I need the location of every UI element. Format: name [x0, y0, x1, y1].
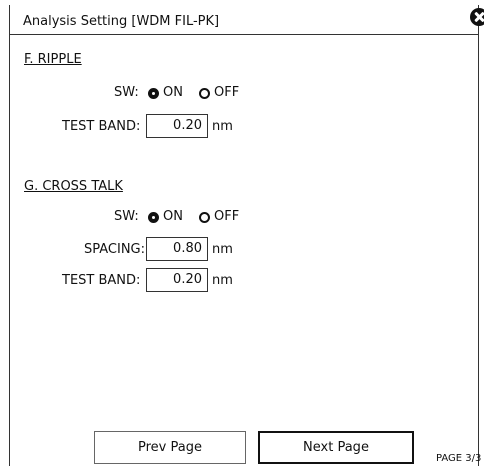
cross-talk-sw-on-label: ON [163, 209, 183, 224]
page-indicator: PAGE 3/3 [436, 453, 482, 464]
ripple-sw-on-label: ON [163, 85, 183, 100]
cross-talk-spacing-unit: nm [212, 242, 233, 257]
cross-talk-test-band-unit: nm [212, 273, 233, 288]
ripple-test-band-label: TEST BAND: [62, 119, 141, 134]
analysis-setting-screen: Analysis Setting [WDM FIL-PK] F. RIPPLE … [0, 0, 484, 466]
cross-talk-test-band-label: TEST BAND: [62, 273, 141, 288]
radio-unchecked-icon [199, 211, 210, 223]
radio-unchecked-icon [199, 87, 210, 99]
ripple-sw-label: SW: [114, 85, 139, 100]
cross-talk-spacing-label: SPACING: [84, 242, 146, 257]
dialog-title-bar: Analysis Setting [WDM FIL-PK] [9, 5, 479, 35]
next-page-button[interactable]: Next Page [258, 431, 414, 464]
dialog-title: Analysis Setting [WDM FIL-PK] [23, 14, 220, 29]
ripple-sw-off[interactable]: OFF [199, 84, 239, 102]
radio-checked-icon [148, 87, 159, 99]
cross-talk-spacing-input[interactable]: 0.80 [146, 237, 208, 261]
section-title-cross-talk: G. CROSS TALK [24, 179, 123, 194]
cross-talk-sw-off-label: OFF [214, 209, 240, 224]
radio-checked-icon [148, 211, 159, 223]
ripple-test-band-unit: nm [212, 119, 233, 134]
ripple-sw-off-label: OFF [214, 85, 240, 100]
dialog-panel [9, 5, 479, 466]
cross-talk-sw-label: SW: [114, 209, 139, 224]
cross-talk-sw-off[interactable]: OFF [199, 208, 239, 226]
prev-page-button[interactable]: Prev Page [94, 431, 246, 464]
ripple-test-band-input[interactable]: 0.20 [146, 114, 208, 138]
ripple-sw-on[interactable]: ON [148, 84, 183, 102]
section-title-ripple: F. RIPPLE [24, 52, 82, 67]
cross-talk-sw-on[interactable]: ON [148, 208, 183, 226]
close-icon[interactable] [470, 8, 484, 26]
cross-talk-test-band-input[interactable]: 0.20 [146, 268, 208, 292]
